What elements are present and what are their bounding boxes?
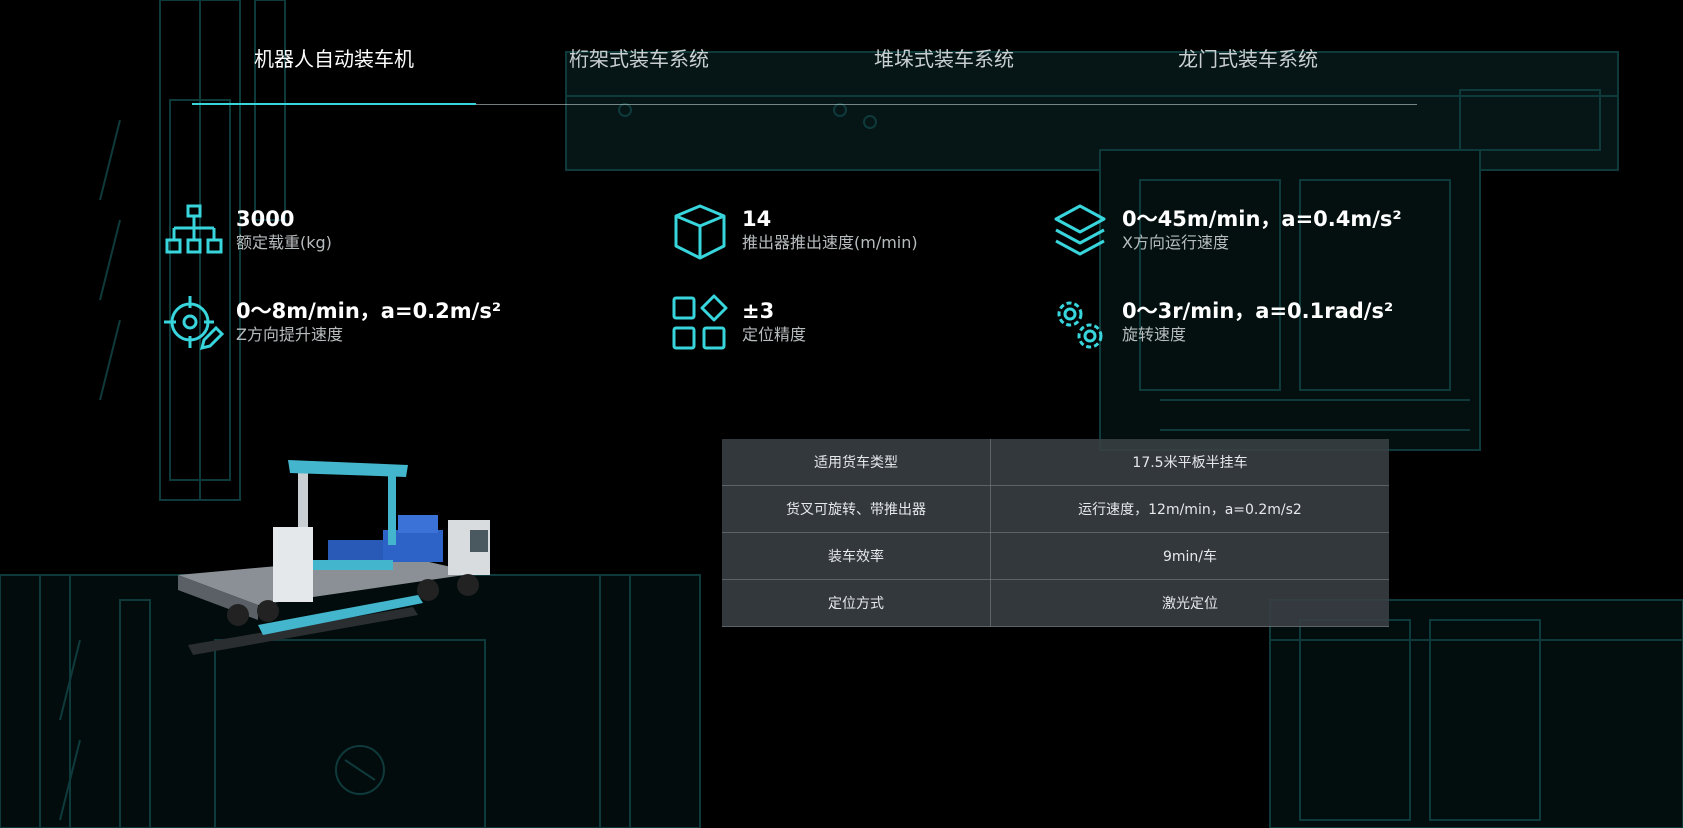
gears-icon (1057, 301, 1103, 349)
spec-value: 激光定位 (990, 579, 1389, 627)
tab-truss-loader[interactable]: 桁架式装车系统 (497, 44, 781, 74)
tab-robot-loader[interactable]: 机器人自动装车机 (192, 44, 476, 74)
background-schematic (0, 0, 1683, 828)
table-row: 货叉可旋转、带推出器 运行速度，12m/min，a=0.2m/s2 (722, 485, 1389, 533)
spec-key: 适用货车类型 (722, 439, 991, 486)
table-row: 适用货车类型 17.5米平板半挂车 (722, 439, 1389, 486)
stat-value: 3000 (236, 207, 295, 231)
spec-table: 适用货车类型 17.5米平板半挂车 货叉可旋转、带推出器 运行速度，12m/mi… (722, 439, 1389, 627)
spec-key: 装车效率 (722, 532, 991, 580)
tab-stacker-loader[interactable]: 堆垛式装车系统 (802, 44, 1086, 74)
cube-icon (674, 204, 726, 260)
stat-value: 14 (742, 207, 772, 231)
stat-value: 0～3r/min，a=0.1rad/s² (1122, 299, 1394, 323)
sitemap-icon (165, 204, 223, 254)
stat-value: 0～8m/min，a=0.2m/s² (236, 299, 502, 323)
table-row: 装车效率 9min/车 (722, 532, 1389, 580)
stat-label: 定位精度 (742, 325, 807, 344)
stat-label: 旋转速度 (1122, 325, 1187, 344)
spec-value: 9min/车 (990, 532, 1389, 580)
stat-label: 推出器推出速度(m/min) (742, 233, 918, 252)
stat-value: 0～45m/min，a=0.4m/s² (1122, 207, 1402, 231)
grid-diamond-icon (672, 294, 728, 350)
stat-value: ±3 (742, 299, 775, 323)
active-tab-indicator (192, 103, 476, 105)
spec-value: 17.5米平板半挂车 (990, 439, 1389, 486)
robot-loader-illustration (178, 460, 490, 655)
stat-label: Z方向提升速度 (236, 325, 343, 344)
tab-bar: 机器人自动装车机 桁架式装车系统 堆垛式装车系统 龙门式装车系统 (192, 40, 1417, 105)
target-pencil-icon (164, 296, 224, 351)
tab-gantry-loader[interactable]: 龙门式装车系统 (1106, 44, 1390, 74)
spec-key: 货叉可旋转、带推出器 (722, 485, 991, 533)
spec-key: 定位方式 (722, 579, 991, 627)
table-row: 定位方式 激光定位 (722, 579, 1389, 627)
spec-value: 运行速度，12m/min，a=0.2m/s2 (990, 485, 1389, 533)
stat-label: 额定载重(kg) (236, 233, 332, 252)
layers-icon (1054, 204, 1106, 256)
page: 机器人自动装车机 桁架式装车系统 堆垛式装车系统 龙门式装车系统 3000 额定… (0, 0, 1683, 828)
stat-label: X方向运行速度 (1122, 233, 1229, 252)
